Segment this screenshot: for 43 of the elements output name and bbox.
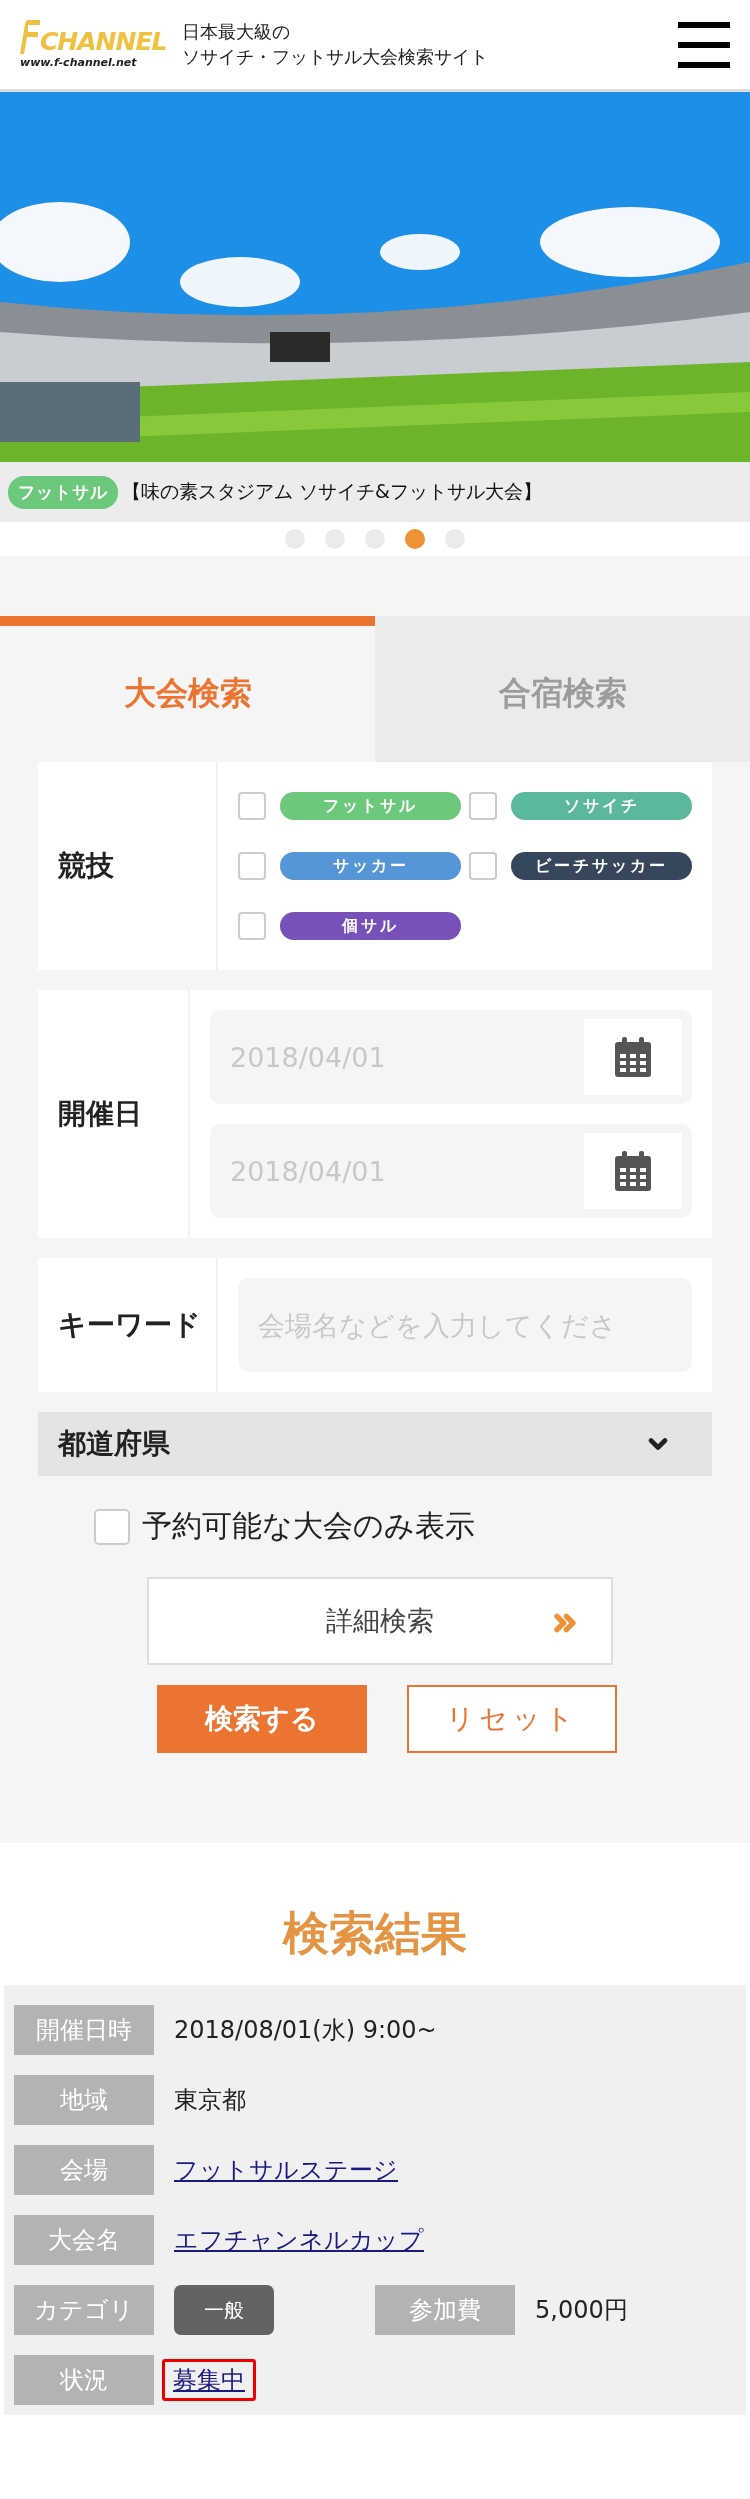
- checkbox[interactable]: [238, 912, 266, 940]
- menu-button[interactable]: [678, 21, 730, 68]
- sport-tag: サッカー: [280, 852, 461, 880]
- logo-url: www.f-channel.net: [20, 56, 137, 69]
- result-link[interactable]: 募集中: [162, 2359, 256, 2401]
- banner-caption[interactable]: 【味の素スタジアム ソサイチ&フットサル大会】: [122, 479, 542, 505]
- field-label: 競技: [38, 762, 218, 970]
- calendar-button[interactable]: [584, 1133, 682, 1209]
- prefecture-dropdown[interactable]: 都道府県: [38, 1412, 712, 1476]
- checkbox[interactable]: [238, 792, 266, 820]
- result-value: 東京都: [174, 2085, 246, 2116]
- result-label: 会場: [14, 2145, 154, 2195]
- site-tagline: 日本最大級の ソサイチ・フットサル大会検索サイト: [182, 20, 489, 69]
- sport-tag: 個サル: [280, 912, 461, 940]
- calendar-icon: [615, 1037, 651, 1077]
- result-label: 大会名: [14, 2215, 154, 2265]
- checkbox[interactable]: [94, 1508, 130, 1545]
- result-label: 開催日時: [14, 2005, 154, 2055]
- result-value: 2018/08/01(水) 9:00~: [174, 2015, 437, 2046]
- results-title: 検索結果: [281, 1905, 468, 1962]
- field-label: 開催日: [38, 990, 190, 1238]
- category-badge: 一般: [174, 2285, 274, 2335]
- category-tag: フットサル: [8, 475, 118, 509]
- result-link[interactable]: エフチャンネルカップ: [174, 2224, 424, 2256]
- carousel-dot[interactable]: [405, 529, 425, 549]
- result-label: 地域: [14, 2075, 154, 2125]
- result-label: カテゴリ: [14, 2285, 154, 2335]
- checkbox-label: 予約可能な大会のみ表示: [142, 1507, 475, 1545]
- field-label: キーワード: [38, 1258, 218, 1392]
- sport-tag: フットサル: [280, 792, 461, 820]
- calendar-icon: [615, 1151, 651, 1191]
- logo-icon: [20, 20, 40, 54]
- checkbox[interactable]: [469, 792, 497, 820]
- sport-tag: ソサイチ: [511, 792, 692, 820]
- checkbox[interactable]: [469, 852, 497, 880]
- checkbox[interactable]: [238, 852, 266, 880]
- result-link[interactable]: フットサルステージ: [174, 2154, 398, 2186]
- result-label: 参加費: [375, 2285, 515, 2335]
- result-label: 状況: [14, 2355, 154, 2405]
- detail-search-button[interactable]: 詳細検索: [147, 1577, 613, 1665]
- sport-tag: ビーチサッカー: [511, 852, 692, 880]
- calendar-button[interactable]: [584, 1019, 682, 1095]
- result-value: 5,000円: [535, 2295, 628, 2326]
